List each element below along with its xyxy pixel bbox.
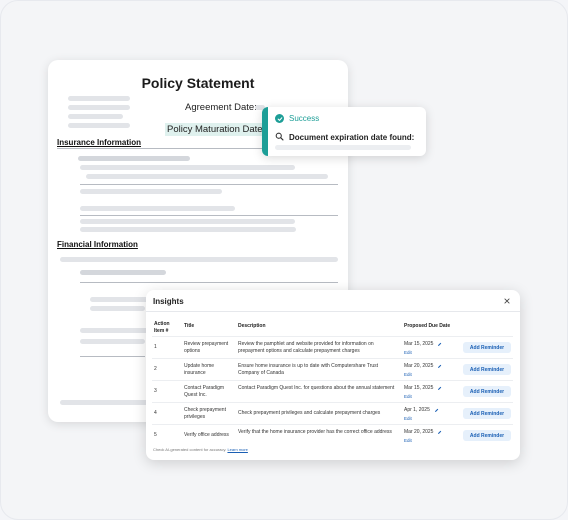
modal-title: Insights	[153, 297, 184, 306]
divider	[152, 336, 513, 337]
agreement-date-label: Agreement Date:	[185, 102, 257, 113]
row-title: Review prepayment options	[184, 341, 229, 354]
document-title: Policy Statement	[141, 75, 255, 91]
row-description: Check prepayment privileges and calculat…	[238, 410, 381, 416]
redacted-text	[80, 328, 150, 333]
divider	[152, 358, 513, 359]
redacted-text	[60, 257, 338, 262]
toast-accent-bar	[262, 107, 268, 156]
add-reminder-button[interactable]: Add Reminder	[463, 342, 511, 353]
due-date-value: Mar 15, 2025	[404, 341, 434, 347]
row-description: Ensure home insurance is up to date with…	[238, 363, 379, 376]
row-description: Contact Paradigm Quest Inc. for question…	[238, 385, 395, 391]
due-date-value: Mar 20, 2025	[404, 363, 434, 369]
redacted-text	[80, 339, 145, 344]
search-icon	[275, 128, 284, 146]
add-reminder-button[interactable]: Add Reminder	[463, 430, 511, 441]
due-date-value: Mar 20, 2025	[404, 429, 434, 435]
redacted-text	[68, 114, 123, 119]
row-due-date: Mar 15, 2025	[404, 341, 442, 347]
add-reminder-button[interactable]: Add Reminder	[463, 408, 511, 419]
row-title: Update home insurance	[184, 363, 215, 376]
column-header-due-date: Proposed Due Date	[404, 323, 451, 329]
redacted-text	[80, 227, 296, 232]
redacted-text	[68, 96, 130, 101]
pencil-icon[interactable]	[437, 386, 442, 391]
row-description: Verify that the home insurance provider …	[238, 429, 392, 435]
row-number: 2	[154, 366, 157, 372]
check-circle-icon	[275, 114, 284, 123]
edit-link[interactable]: Edit	[404, 416, 412, 421]
row-title: Verify office address	[184, 432, 229, 438]
redacted-text	[68, 123, 130, 128]
divider	[80, 215, 338, 216]
toast-status-text: Success	[289, 114, 320, 123]
redacted-text	[90, 306, 145, 311]
redacted-text	[90, 297, 150, 302]
due-date-value: Apr 1, 2025	[404, 407, 430, 413]
redacted-text	[68, 105, 130, 110]
redacted-text	[80, 219, 295, 224]
section-insurance-heading: Insurance Information	[57, 138, 142, 147]
ai-disclaimer-text: Check AI-generated content for accuracy.	[153, 447, 227, 452]
divider	[152, 424, 513, 425]
column-header-number: Action Item #	[154, 321, 170, 334]
column-header-description: Description	[238, 323, 266, 329]
row-due-date: Mar 20, 2025	[404, 429, 442, 435]
row-due-date: Mar 20, 2025	[404, 363, 442, 369]
add-reminder-button[interactable]: Add Reminder	[463, 364, 511, 375]
row-number: 4	[154, 410, 157, 416]
redacted-text	[80, 270, 166, 275]
learn-more-link[interactable]: Learn more	[227, 447, 247, 452]
row-due-date: Apr 1, 2025	[404, 407, 439, 413]
success-toast: Success Document expiration date found:	[262, 107, 426, 156]
edit-link[interactable]: Edit	[404, 394, 412, 399]
pencil-icon[interactable]	[437, 364, 442, 369]
pencil-icon[interactable]	[437, 342, 442, 347]
add-reminder-button[interactable]: Add Reminder	[463, 386, 511, 397]
divider	[152, 380, 513, 381]
toast-message-text: Document expiration date found:	[289, 132, 415, 142]
pencil-icon[interactable]	[434, 408, 439, 413]
maturation-date-label: Policy Maturation Date:	[165, 123, 268, 136]
redacted-value	[275, 145, 411, 150]
close-button[interactable]	[502, 296, 512, 306]
edit-link[interactable]: Edit	[404, 350, 412, 355]
row-title: Contact Paradigm Quest Inc.	[184, 385, 225, 398]
due-date-value: Mar 15, 2025	[404, 385, 434, 391]
column-header-title: Title	[184, 323, 195, 329]
divider	[80, 282, 338, 283]
toast-status-row: Success	[275, 114, 319, 123]
redacted-text	[80, 165, 295, 170]
redacted-text	[78, 156, 190, 161]
ai-disclaimer: Check AI-generated content for accuracy.…	[153, 447, 248, 452]
insights-modal: Insights Action Item # Title Description…	[146, 290, 520, 460]
divider	[152, 402, 513, 403]
divider	[80, 184, 338, 185]
edit-link[interactable]: Edit	[404, 372, 412, 377]
close-icon	[504, 298, 510, 304]
row-title: Check prepayment privileges	[184, 407, 226, 420]
row-due-date: Mar 15, 2025	[404, 385, 442, 391]
redacted-text	[80, 189, 222, 194]
divider	[146, 311, 520, 312]
divider	[80, 356, 145, 357]
pencil-icon[interactable]	[437, 430, 442, 435]
row-number: 1	[154, 344, 157, 350]
redacted-text	[86, 174, 328, 179]
row-number: 3	[154, 388, 157, 394]
edit-link[interactable]: Edit	[404, 438, 412, 443]
section-financial-heading: Financial Information	[57, 240, 138, 249]
row-description: Review the pamphlet and website provided…	[238, 341, 374, 354]
toast-message-row: Document expiration date found:	[275, 128, 414, 146]
redacted-text	[80, 206, 235, 211]
row-number: 5	[154, 432, 157, 438]
redacted-text	[60, 400, 160, 405]
